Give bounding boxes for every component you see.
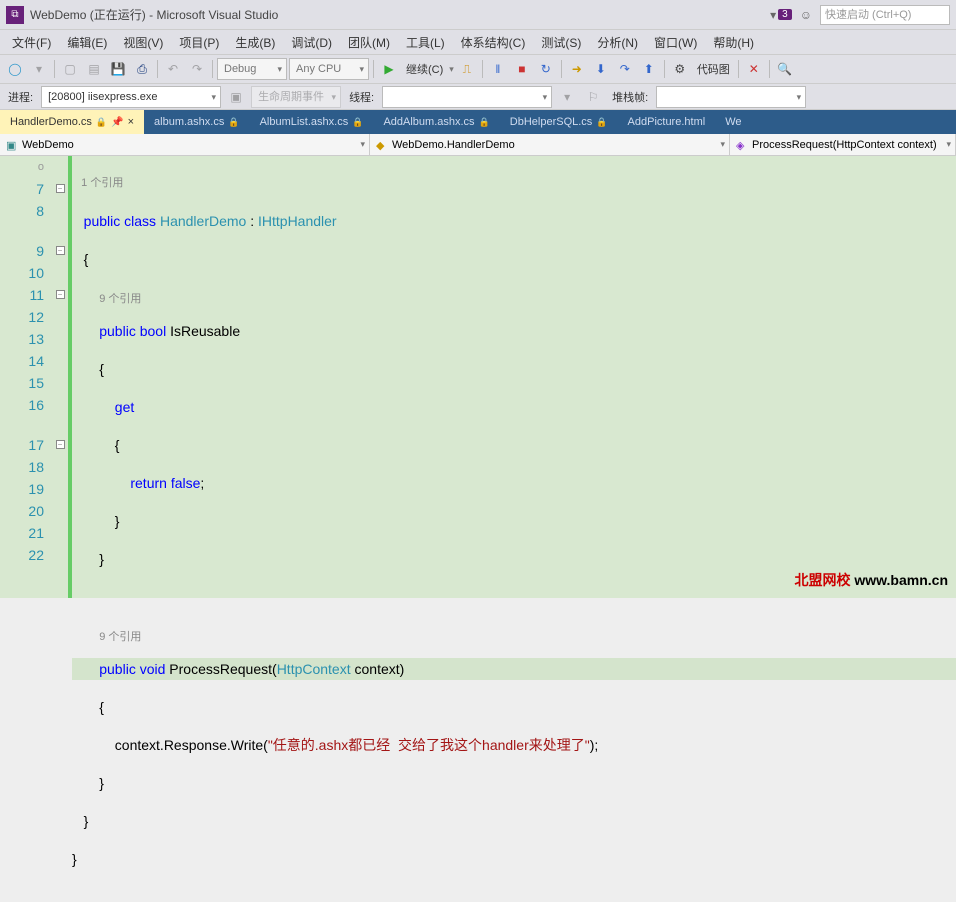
separator [373, 60, 374, 78]
menu-test[interactable]: 测试(S) [533, 32, 589, 53]
vs-logo-icon: ⧉ [6, 6, 24, 24]
process-label: 进程: [4, 89, 37, 105]
platform-dropdown[interactable]: Any CPU [289, 58, 369, 80]
tab-handlerdemo[interactable]: HandlerDemo.cs 🔒 📌 × [0, 110, 144, 134]
notifications-flag-icon[interactable]: ▾3 [770, 8, 792, 22]
debug-toolbar: 进程: [20800] iisexpress.exe ▣ 生命周期事件 线程: … [0, 84, 956, 110]
tab-albumlist[interactable]: AlbumList.ashx.cs 🔒 [250, 110, 374, 134]
config-dropdown[interactable]: Debug [217, 58, 287, 80]
save-icon[interactable]: 💾 [107, 58, 129, 80]
nav-back-icon[interactable]: ◯ [4, 58, 26, 80]
line-number-gutter: o 78 91011 121314 1516 171819 202122 [0, 156, 52, 598]
stackframe-label: 堆栈帧: [608, 89, 652, 105]
class-icon: ◆ [376, 139, 388, 151]
lock-icon: 🔒 [596, 117, 607, 128]
codemap-icon[interactable]: ⚙ [669, 58, 691, 80]
main-toolbar: ◯ ▾ ▢ ▤ 💾 ⎙ ↶ ↷ Debug Any CPU ▶ 继续(C) ▾ … [0, 54, 956, 84]
menu-view[interactable]: 视图(V) [115, 32, 171, 53]
watermark: 北盟网校 www.bamn.cn [795, 570, 949, 590]
lifecycle-dropdown: 生命周期事件 [251, 86, 341, 108]
tab-overflow[interactable]: We [715, 110, 751, 134]
process-dropdown[interactable]: [20800] iisexpress.exe [41, 86, 221, 108]
menu-tools[interactable]: 工具(L) [398, 32, 453, 53]
open-file-icon[interactable]: ▤ [83, 58, 105, 80]
continue-label[interactable]: 继续(C) [402, 61, 447, 77]
step-out-icon[interactable]: ⬆ [638, 58, 660, 80]
lock-icon: 🔒 [96, 117, 107, 128]
fold-toggle-icon[interactable]: − [56, 184, 65, 193]
lock-icon: 🔒 [352, 117, 363, 128]
thread-dropdown[interactable] [382, 86, 552, 108]
code-navbar: ▣ WebDemo ◆ WebDemo.HandlerDemo ◈ Proces… [0, 134, 956, 156]
method-icon: ◈ [736, 139, 748, 151]
fold-toggle-icon[interactable]: − [56, 290, 65, 299]
separator [664, 60, 665, 78]
tab-album[interactable]: album.ashx.cs 🔒 [144, 110, 250, 134]
thread-filter-icon: ⚐ [582, 86, 604, 108]
continue-chevron-icon[interactable]: ▾ [449, 64, 454, 75]
nav-project-dropdown[interactable]: ▣ WebDemo [0, 134, 370, 155]
quick-launch-input[interactable]: 快速启动 (Ctrl+Q) [820, 5, 950, 25]
nav-class-dropdown[interactable]: ◆ WebDemo.HandlerDemo [370, 134, 730, 155]
tab-addalbum[interactable]: AddAlbum.ashx.cs 🔒 [373, 110, 499, 134]
separator [212, 60, 213, 78]
find-icon[interactable]: 🔍 [774, 58, 796, 80]
nav-member-dropdown[interactable]: ◈ ProcessRequest(HttpContext context) [730, 134, 956, 155]
separator [769, 60, 770, 78]
menu-architecture[interactable]: 体系结构(C) [453, 32, 534, 53]
break-all-icon[interactable]: ✕ [743, 58, 765, 80]
menu-build[interactable]: 生成(B) [227, 32, 283, 53]
separator [482, 60, 483, 78]
tab-addpicture[interactable]: AddPicture.html [618, 110, 716, 134]
stop-icon[interactable]: ■ [511, 58, 533, 80]
menu-window[interactable]: 窗口(W) [646, 32, 705, 53]
codemap-label[interactable]: 代码图 [693, 61, 734, 77]
fold-column[interactable]: − − − − [52, 156, 68, 598]
close-icon[interactable]: × [128, 116, 134, 128]
save-all-icon[interactable]: ⎙ [131, 58, 153, 80]
csharp-project-icon: ▣ [6, 139, 18, 151]
feedback-icon[interactable]: ☺ [800, 8, 812, 22]
menu-project[interactable]: 项目(P) [171, 32, 227, 53]
fold-toggle-icon[interactable]: − [56, 246, 65, 255]
step-into-icon[interactable]: ⬇ [590, 58, 612, 80]
redo-icon: ↷ [186, 58, 208, 80]
code-editor[interactable]: o 78 91011 121314 1516 171819 202122 − −… [0, 156, 956, 598]
menu-debug[interactable]: 调试(D) [283, 32, 340, 53]
menu-help[interactable]: 帮助(H) [705, 32, 762, 53]
separator [54, 60, 55, 78]
undo-icon: ↶ [162, 58, 184, 80]
lifecycle-icon: ▣ [225, 86, 247, 108]
menu-file[interactable]: 文件(F) [4, 32, 59, 53]
browser-select-icon[interactable]: ⎍ [456, 58, 478, 80]
fold-toggle-icon[interactable]: − [56, 440, 65, 449]
titlebar: ⧉ WebDemo (正在运行) - Microsoft Visual Stud… [0, 0, 956, 30]
stackframe-dropdown[interactable] [656, 86, 806, 108]
lock-icon: 🔒 [479, 117, 490, 128]
continue-icon[interactable]: ▶ [378, 58, 400, 80]
separator [738, 60, 739, 78]
separator [561, 60, 562, 78]
nav-forward-icon: ▾ [28, 58, 50, 80]
menu-team[interactable]: 团队(M) [340, 32, 398, 53]
show-next-statement-icon[interactable]: ➜ [566, 58, 588, 80]
pin-icon[interactable]: 📌 [111, 117, 123, 128]
thread-flag-icon: ▾ [556, 86, 578, 108]
lock-icon: 🔒 [228, 117, 239, 128]
code-area[interactable]: 1 个引用 public class HandlerDemo : IHttpHa… [72, 156, 956, 598]
new-project-icon[interactable]: ▢ [59, 58, 81, 80]
thread-label: 线程: [345, 89, 378, 105]
tab-dbhelper[interactable]: DbHelperSQL.cs 🔒 [500, 110, 618, 134]
window-title: WebDemo (正在运行) - Microsoft Visual Studio [30, 6, 770, 23]
separator [157, 60, 158, 78]
document-tabs: HandlerDemo.cs 🔒 📌 × album.ashx.cs 🔒 Alb… [0, 110, 956, 134]
pause-icon[interactable]: ‖ [487, 58, 509, 80]
menu-edit[interactable]: 编辑(E) [59, 32, 115, 53]
menu-analyze[interactable]: 分析(N) [589, 32, 646, 53]
menubar: 文件(F) 编辑(E) 视图(V) 项目(P) 生成(B) 调试(D) 团队(M… [0, 30, 956, 54]
restart-icon[interactable]: ↻ [535, 58, 557, 80]
step-over-icon[interactable]: ↷ [614, 58, 636, 80]
